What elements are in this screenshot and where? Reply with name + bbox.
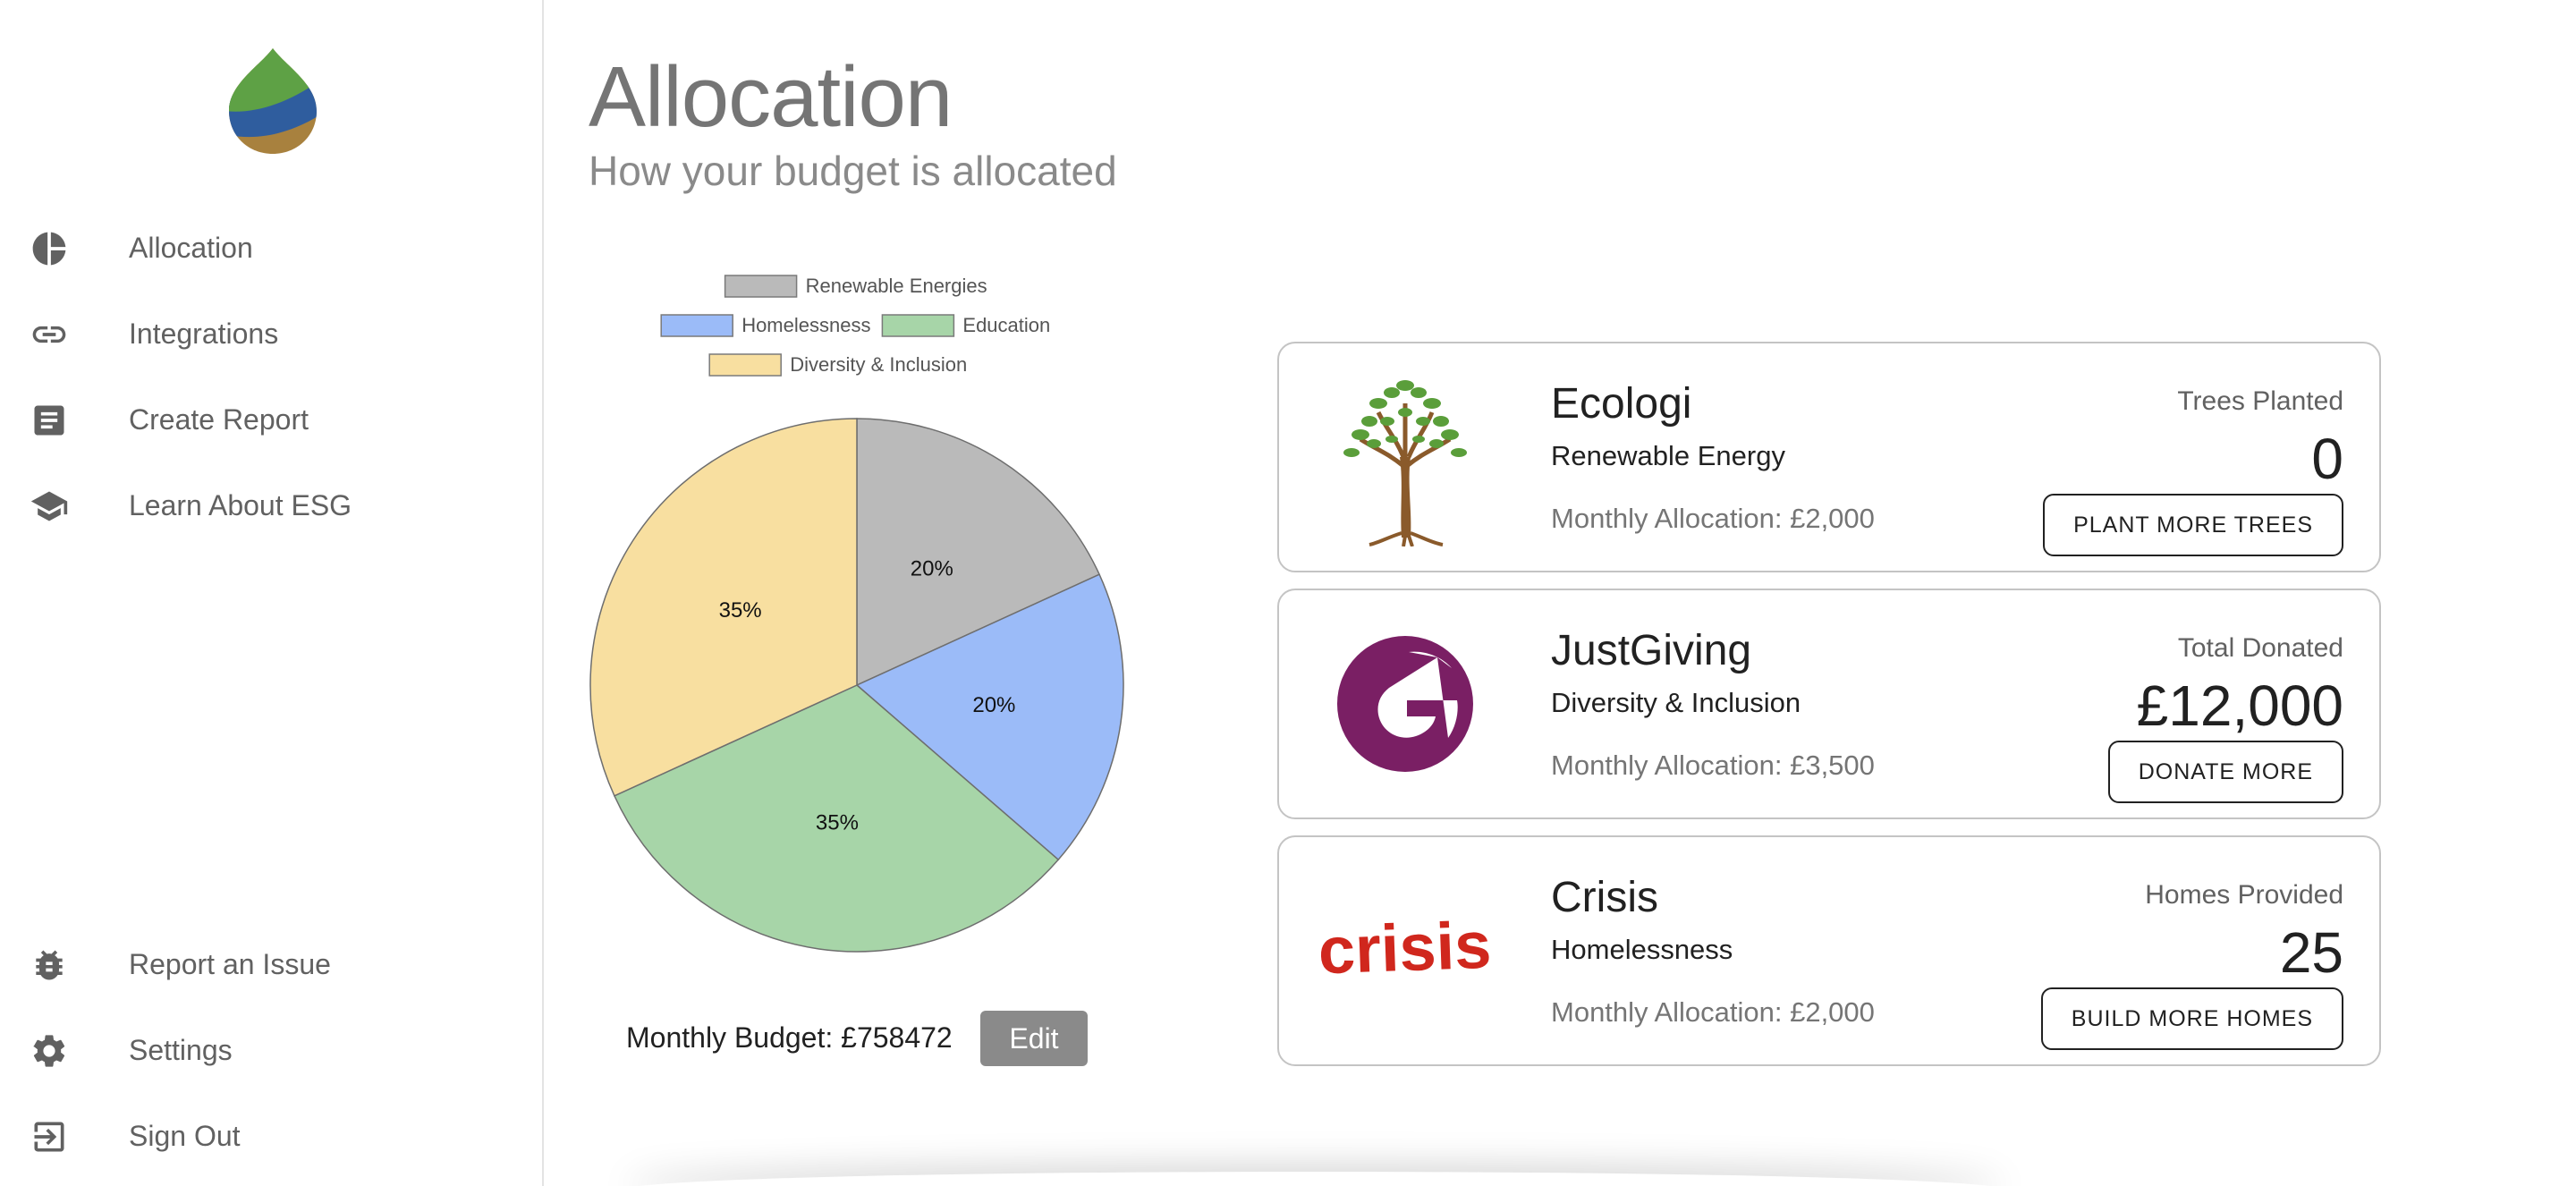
legend-label: Diversity & Inclusion <box>790 353 967 376</box>
metric-value: £12,000 <box>2136 673 2343 738</box>
app-logo <box>224 45 322 156</box>
page-subtitle: How your budget is allocated <box>589 148 1117 194</box>
legend-item[interactable]: Diversity & Inclusion <box>708 353 967 377</box>
justgiving-logo <box>1311 610 1499 798</box>
sidebar-item-label: Report an Issue <box>129 947 331 980</box>
monthly-allocation: Monthly Allocation: £3,500 <box>1551 750 1875 781</box>
allocation-pie-chart: Renewable Energies Homelessness Education D… <box>589 275 1124 953</box>
legend-label: Education <box>962 314 1050 336</box>
legend-label: Homelessness <box>741 314 870 336</box>
legend-swatch <box>708 353 782 377</box>
charity-card-ecologi: Ecologi Renewable Energy Monthly Allocat… <box>1277 342 2381 572</box>
pie-chart-icon <box>29 228 70 269</box>
svg-text:crisis: crisis <box>1317 908 1492 988</box>
charity-category: Diversity & Inclusion <box>1551 687 1801 718</box>
page-title: Allocation <box>589 49 953 145</box>
bug-icon <box>29 945 70 986</box>
sidebar-item-integrations[interactable]: Integrations <box>0 298 542 369</box>
pie-slice-label: 35% <box>719 598 762 623</box>
sidebar-item-report-issue[interactable]: Report an Issue <box>0 928 542 1000</box>
legend-item[interactable]: Homelessness <box>660 314 870 337</box>
sidebar-item-label: Learn About ESG <box>129 488 352 521</box>
legend-swatch <box>724 275 798 298</box>
link-icon <box>29 314 70 355</box>
tree-logo <box>1311 363 1499 551</box>
build-more-homes-button[interactable]: BUILD MORE HOMES <box>2040 987 2343 1050</box>
charity-card-justgiving: JustGiving Diversity & Inclusion Monthly… <box>1277 589 2381 819</box>
charity-name: JustGiving <box>1551 627 1752 674</box>
metric-label: Trees Planted <box>2177 386 2343 416</box>
legend-swatch <box>660 314 733 337</box>
metric-value: 25 <box>2279 920 2343 985</box>
sidebar: Allocation Integrations Create Report Le… <box>0 0 544 1186</box>
edit-budget-button[interactable]: Edit <box>980 1011 1088 1066</box>
sidebar-item-label: Create Report <box>129 402 309 436</box>
donate-more-button[interactable]: DONATE MORE <box>2107 741 2343 803</box>
metric-label: Total Donated <box>2177 633 2343 663</box>
sidebar-item-allocation[interactable]: Allocation <box>0 212 542 284</box>
charity-category: Renewable Energy <box>1551 440 1785 471</box>
charity-category: Homelessness <box>1551 934 1733 965</box>
legend-item[interactable]: Education <box>881 314 1050 337</box>
charity-name: Crisis <box>1551 874 1658 921</box>
pie-slice-label: 20% <box>911 557 953 581</box>
charity-card-crisis: crisis Crisis Homelessness Monthly Alloc… <box>1277 835 2381 1066</box>
monthly-budget-label: Monthly Budget: £758472 <box>626 1021 953 1054</box>
sidebar-item-label: Settings <box>129 1033 233 1066</box>
sidebar-item-label: Allocation <box>129 231 253 264</box>
school-icon <box>29 486 70 527</box>
legend-label: Renewable Energies <box>806 275 987 297</box>
sidebar-item-label: Sign Out <box>129 1119 241 1152</box>
sidebar-item-sign-out[interactable]: Sign Out <box>0 1100 542 1172</box>
charity-name: Ecologi <box>1551 380 1692 428</box>
plant-more-trees-button[interactable]: PLANT MORE TREES <box>2043 494 2343 556</box>
metric-label: Homes Provided <box>2145 880 2343 910</box>
sign-out-icon <box>29 1116 70 1157</box>
sidebar-item-learn-about-esg[interactable]: Learn About ESG <box>0 470 542 541</box>
pie-slice-label: 20% <box>972 693 1015 717</box>
pie-slice-label: 35% <box>816 810 859 834</box>
crisis-logo: crisis <box>1311 857 1499 1045</box>
sidebar-item-create-report[interactable]: Create Report <box>0 384 542 455</box>
bottom-shadow <box>626 1172 2004 1186</box>
document-icon <box>29 400 70 441</box>
metric-value: 0 <box>2311 427 2343 491</box>
gear-icon <box>29 1030 70 1072</box>
legend-swatch <box>881 314 955 337</box>
monthly-allocation: Monthly Allocation: £2,000 <box>1551 503 1875 534</box>
legend-item[interactable]: Renewable Energies <box>724 275 987 298</box>
monthly-allocation: Monthly Allocation: £2,000 <box>1551 996 1875 1028</box>
sidebar-item-settings[interactable]: Settings <box>0 1014 542 1086</box>
sidebar-item-label: Integrations <box>129 317 279 350</box>
